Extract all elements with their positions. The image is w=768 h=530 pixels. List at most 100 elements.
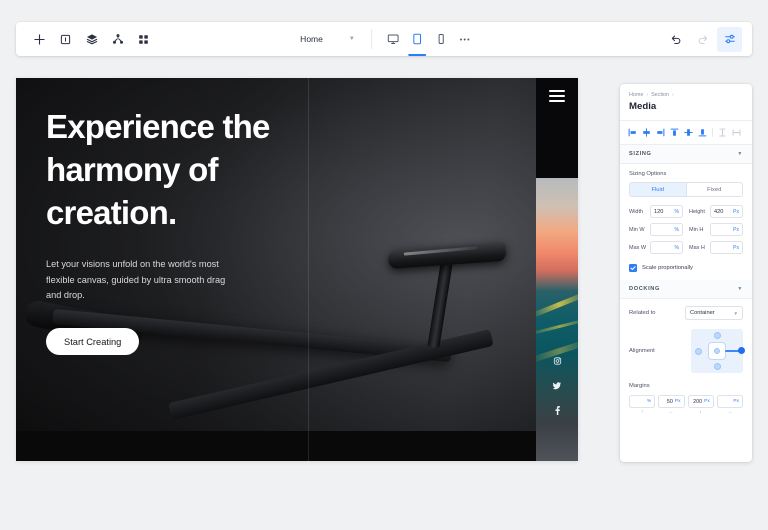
margin-left-arrow-icon: ← [668,409,674,415]
sitemap-icon[interactable] [105,27,130,52]
sizing-mode-fluid[interactable]: Fluid [630,183,686,196]
align-right-icon[interactable] [654,126,667,139]
margin-bottom-input[interactable]: 200 Px [687,395,714,408]
align-middle-vertical-icon[interactable] [682,126,695,139]
chevron-down-icon-related: ▼ [733,310,738,316]
page-icon[interactable] [53,27,78,52]
max-width-input[interactable]: % [650,241,683,254]
device-more-button[interactable] [453,24,477,54]
strip-light-streak-b [536,317,578,336]
panel-title: Media [629,101,657,112]
margin-top-group: % ↑ [629,395,656,415]
related-to-label: Related to [629,310,656,316]
alignment-dot-right[interactable] [738,347,745,354]
alignment-toolbar [620,120,752,145]
height-field: Height 420 Px [689,205,743,218]
breadcrumb: Home › Section › [620,84,752,98]
redo-icon[interactable] [690,27,715,52]
social-links [552,353,562,419]
alignment-dot-center[interactable] [709,343,725,359]
scale-proportionally-checkbox[interactable] [629,264,637,272]
hero-headline: Experience the harmony of creation. [46,108,270,231]
width-field: Width 120 % [629,205,683,218]
min-height-label: Min H [689,226,704,233]
facebook-icon[interactable] [554,403,560,419]
toolbar-left-group [16,27,156,52]
distribute-horizontal-icon[interactable] [730,126,743,139]
hero-content: Experience the harmony of creation. Let … [46,106,316,356]
layers-icon[interactable] [79,27,104,52]
docking-section-title: DOCKING [629,286,660,292]
sizing-options-label: Sizing Options [629,171,667,177]
margin-top-arrow-icon: ↑ [640,409,644,415]
align-bottom-icon[interactable] [696,126,709,139]
distribute-vertical-icon[interactable] [716,126,729,139]
margin-right-arrow-icon: → [727,409,733,415]
height-input[interactable]: 420 Px [710,205,743,218]
width-unit: % [674,208,679,215]
alignment-widget[interactable] [691,329,745,373]
hero-body-text: Let your visions unfold on the world's m… [46,258,226,301]
min-width-input[interactable]: % [650,223,683,236]
alignment-dot-left[interactable] [695,347,702,355]
sizing-section-header[interactable]: SIZING ▼ [620,145,752,164]
docking-section-header[interactable]: DOCKING ▼ [620,280,752,299]
alignment-row: Alignment [629,329,745,373]
margin-left-group: 50 Px ← [658,395,685,415]
breadcrumb-separator-icon-2: › [672,92,674,98]
device-mobile-button[interactable] [429,24,453,54]
max-height-input[interactable]: Px [710,241,743,254]
twitter-icon[interactable] [552,378,562,394]
margin-top-input[interactable]: % [629,395,656,408]
margin-bottom-value: 200 [693,398,703,405]
align-left-icon[interactable] [626,126,639,139]
align-center-horizontal-icon[interactable] [640,126,653,139]
max-height-field: Max H Px [689,241,743,254]
start-creating-button[interactable]: Start Creating [46,328,140,356]
alignment-dot-top[interactable] [713,332,721,339]
device-desktop-button[interactable] [381,24,405,54]
top-toolbar: Home ▼ [16,22,752,56]
canvas-preview[interactable]: Experience the harmony of creation. Let … [16,78,578,461]
min-width-label: Min W [629,226,645,233]
height-value: 420 [714,208,724,215]
max-width-label: Max W [629,244,647,251]
settings-sliders-icon[interactable] [717,26,742,52]
breadcrumb-item-section[interactable]: Section [651,92,669,98]
align-top-icon[interactable] [668,126,681,139]
margin-right-input[interactable]: Px [716,395,743,408]
sizing-section-title: SIZING [629,151,652,157]
margin-left-unit: Px [674,399,681,404]
margins-row: % ↑ 50 Px ← 200 Px ↓ Px → [629,395,743,415]
alignment-toolbar-divider [712,128,713,137]
chevron-down-icon-sizing: ▼ [737,151,743,157]
instagram-icon[interactable] [553,353,561,369]
width-value: 120 [654,208,664,215]
add-icon[interactable] [27,27,52,52]
width-input[interactable]: 120 % [650,205,683,218]
undo-icon[interactable] [663,27,688,52]
toolbar-right-group [663,26,752,52]
sizing-mode-toggle: Fluid Fixed [629,182,743,197]
device-tablet-button[interactable] [405,24,429,56]
sizing-mode-fixed[interactable]: Fixed [685,183,743,196]
breadcrumb-separator-icon: › [646,92,649,98]
margin-bottom-arrow-icon: ↓ [699,409,702,415]
width-label: Width [629,208,644,215]
max-height-unit: Px [733,244,739,251]
related-to-select[interactable]: Container ▼ [685,306,743,320]
max-width-unit: % [674,244,679,251]
page-selector[interactable]: Home ▼ [291,28,362,50]
toolbar-center-group: Home ▼ [291,22,477,56]
chevron-down-icon: ▼ [348,36,355,42]
breadcrumb-item-home[interactable]: Home [629,92,643,98]
margin-left-input[interactable]: 50 Px [658,395,685,408]
height-unit: Px [733,208,739,215]
alignment-dot-bottom[interactable] [713,363,721,370]
min-height-input[interactable]: Px [710,223,743,236]
grid-icon[interactable] [131,27,156,52]
max-width-field: Max W % [629,241,683,254]
sizing-section-body: Sizing Options Fluid Fixed Width 120 % H… [620,164,752,280]
hamburger-menu-icon[interactable] [549,90,565,105]
margin-top-unit: % [646,399,652,404]
